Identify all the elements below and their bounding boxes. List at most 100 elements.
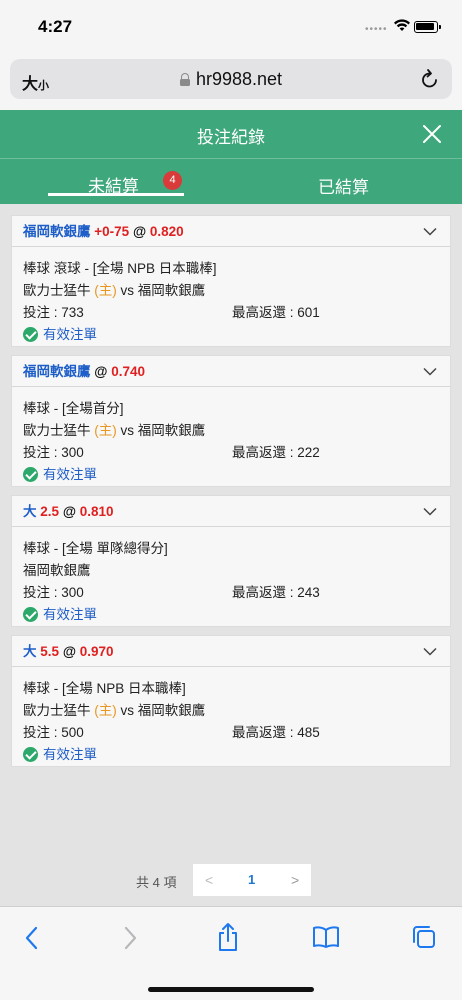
bet-selection: 福岡軟銀鷹 bbox=[23, 364, 91, 379]
bet-status: 有效注單 bbox=[23, 603, 97, 623]
unsettled-count-badge: 4 bbox=[163, 171, 182, 190]
forward-icon[interactable] bbox=[120, 925, 140, 951]
bet-stake: 投注 : 300 bbox=[23, 445, 84, 460]
tab-unsettled[interactable]: 未結算 4 bbox=[48, 159, 184, 205]
reload-icon[interactable] bbox=[420, 68, 440, 90]
url-text: hr9988.net bbox=[195, 69, 283, 89]
chevron-down-icon[interactable] bbox=[423, 507, 437, 516]
home-tag: (主) bbox=[94, 283, 117, 298]
check-circle-icon bbox=[23, 607, 38, 622]
url-display[interactable]: hr9988.net bbox=[10, 69, 452, 90]
bet-odds: 0.820 bbox=[149, 224, 184, 239]
bet-market: 棒球 - [全場 單隊總得分] bbox=[23, 541, 168, 556]
bookmarks-icon[interactable] bbox=[312, 925, 340, 949]
bet-market: 棒球 - [全場 NPB 日本職棒] bbox=[23, 681, 186, 696]
bet-at-sign: @ bbox=[62, 644, 76, 659]
pagination: 共 4 項 < 1 > bbox=[0, 864, 462, 896]
bet-matchup: 歐力士猛牛 (主) vs 福岡軟銀鷹 bbox=[23, 699, 205, 719]
lock-icon bbox=[179, 73, 190, 86]
home-indicator bbox=[148, 987, 314, 992]
bet-max-return: 最高返還 : 243 bbox=[232, 585, 320, 600]
bet-matchup: 歐力士猛牛 (主) vs 福岡軟銀鷹 bbox=[23, 279, 205, 299]
signal-icon: ••••• bbox=[365, 24, 388, 35]
tabs-icon[interactable] bbox=[411, 924, 437, 950]
bet-card[interactable]: 福岡軟銀鷹 +0-75 @ 0.820 棒球 滾球 - [全場 NPB 日本職棒… bbox=[11, 215, 451, 347]
home-team: 歐力士猛牛 bbox=[23, 283, 91, 298]
check-circle-icon bbox=[23, 747, 38, 762]
bet-at-sign: @ bbox=[132, 224, 147, 239]
bet-max-return: 最高返還 : 485 bbox=[232, 725, 320, 740]
status-time: 4:27 bbox=[38, 17, 73, 36]
tab-settled-label: 已結算 bbox=[318, 178, 369, 197]
vs-label: vs bbox=[120, 283, 135, 298]
page-title: 投注紀錄 bbox=[197, 128, 265, 147]
bet-selection: 大 bbox=[23, 504, 37, 519]
bet-odds: 0.970 bbox=[79, 644, 114, 659]
page-number-button[interactable]: 1 bbox=[248, 872, 255, 887]
bet-card-header[interactable]: 福岡軟銀鷹 +0-75 @ 0.820 bbox=[12, 216, 450, 247]
pager-controls: < 1 > bbox=[193, 864, 311, 896]
vs-label: vs bbox=[120, 703, 135, 718]
chevron-down-icon[interactable] bbox=[423, 367, 437, 376]
address-bar[interactable]: 大小 hr9988.net bbox=[10, 59, 452, 99]
bet-odds: 0.810 bbox=[79, 504, 114, 519]
bet-at-sign: @ bbox=[62, 504, 76, 519]
battery-icon bbox=[414, 21, 441, 33]
away-team: 福岡軟銀鷹 bbox=[137, 423, 206, 438]
status-bar: 4:27 ••••• bbox=[0, 0, 462, 54]
browser-address-area: 大小 hr9988.net bbox=[0, 54, 462, 110]
bet-card[interactable]: 福岡軟銀鷹 @ 0.740 棒球 - [全場首分] 歐力士猛牛 (主) vs 福… bbox=[11, 355, 451, 487]
bet-market: 棒球 - [全場首分] bbox=[23, 401, 124, 416]
bet-stake: 投注 : 500 bbox=[23, 725, 84, 740]
bet-selection: 大 bbox=[23, 644, 37, 659]
bet-max-return: 最高返還 : 222 bbox=[232, 445, 320, 460]
bet-status-label: 有效注單 bbox=[43, 467, 97, 482]
bet-card-header[interactable]: 大 2.5 @ 0.810 bbox=[12, 496, 450, 527]
share-icon[interactable] bbox=[216, 922, 240, 952]
bet-status-label: 有效注單 bbox=[43, 327, 97, 342]
bet-handicap: 2.5 bbox=[40, 504, 60, 519]
vs-label: vs bbox=[120, 423, 135, 438]
bet-market: 棒球 滾球 - [全場 NPB 日本職棒] bbox=[23, 261, 217, 276]
away-team: 福岡軟銀鷹 bbox=[137, 703, 206, 718]
bet-status: 有效注單 bbox=[23, 743, 97, 763]
active-tab-indicator bbox=[48, 193, 184, 196]
home-tag: (主) bbox=[94, 423, 117, 438]
check-circle-icon bbox=[23, 467, 38, 482]
bet-card[interactable]: 大 5.5 @ 0.970 棒球 - [全場 NPB 日本職棒] 歐力士猛牛 (… bbox=[11, 635, 451, 767]
bet-list: 福岡軟銀鷹 +0-75 @ 0.820 棒球 滾球 - [全場 NPB 日本職棒… bbox=[0, 204, 462, 906]
bet-card-header[interactable]: 大 5.5 @ 0.970 bbox=[12, 636, 450, 667]
bet-stake: 投注 : 300 bbox=[23, 585, 84, 600]
total-count: 共 4 項 bbox=[136, 875, 177, 890]
bet-handicap: +0-75 bbox=[94, 224, 130, 239]
home-tag: (主) bbox=[94, 703, 117, 718]
tab-settled[interactable]: 已結算 bbox=[300, 159, 400, 205]
prev-page-button[interactable]: < bbox=[205, 872, 213, 888]
chevron-down-icon[interactable] bbox=[423, 647, 437, 656]
bet-status: 有效注單 bbox=[23, 323, 97, 343]
bet-selection: 福岡軟銀鷹 bbox=[23, 224, 91, 239]
bet-matchup: 歐力士猛牛 (主) vs 福岡軟銀鷹 bbox=[23, 419, 205, 439]
bet-status: 有效注單 bbox=[23, 463, 97, 483]
tab-bar: 未結算 4 已結算 bbox=[0, 158, 462, 204]
check-circle-icon bbox=[23, 327, 38, 342]
home-team: 歐力士猛牛 bbox=[23, 423, 91, 438]
wifi-icon bbox=[394, 19, 410, 31]
bet-stake: 投注 : 733 bbox=[23, 305, 84, 320]
away-team: 福岡軟銀鷹 bbox=[137, 283, 206, 298]
chevron-down-icon[interactable] bbox=[423, 227, 437, 236]
browser-toolbar bbox=[0, 906, 462, 1000]
bet-at-sign: @ bbox=[94, 364, 108, 379]
bet-status-label: 有效注單 bbox=[43, 607, 97, 622]
home-team: 歐力士猛牛 bbox=[23, 703, 91, 718]
next-page-button[interactable]: > bbox=[291, 872, 299, 888]
bet-card[interactable]: 大 2.5 @ 0.810 棒球 - [全場 單隊總得分] 福岡軟銀鷹 投注 :… bbox=[11, 495, 451, 627]
page-header: 投注紀錄 bbox=[0, 110, 462, 158]
bet-card-header[interactable]: 福岡軟銀鷹 @ 0.740 bbox=[12, 356, 450, 387]
home-team: 福岡軟銀鷹 bbox=[23, 563, 91, 578]
back-icon[interactable] bbox=[22, 925, 42, 951]
bet-status-label: 有效注單 bbox=[43, 747, 97, 762]
bet-odds: 0.740 bbox=[111, 364, 145, 379]
bet-matchup: 福岡軟銀鷹 bbox=[23, 559, 91, 579]
close-icon[interactable] bbox=[422, 124, 442, 144]
